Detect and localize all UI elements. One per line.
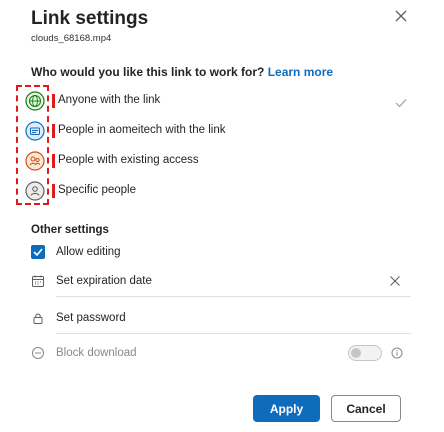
allow-editing-label: Allow editing — [56, 246, 121, 258]
expiration-row[interactable]: Set expiration date — [31, 269, 411, 297]
option-existing-access[interactable]: People with existing access — [22, 149, 422, 175]
expiration-label: Set expiration date — [56, 275, 152, 287]
option-organization[interactable]: People in aomeitech with the link — [22, 119, 422, 145]
info-icon[interactable] — [391, 347, 403, 359]
learn-more-link[interactable]: Learn more — [268, 65, 333, 79]
option-anyone[interactable]: Anyone with the link — [22, 89, 422, 115]
dialog-title: Link settings — [31, 8, 149, 29]
password-label: Set password — [56, 312, 126, 324]
block-download-toggle[interactable] — [348, 345, 382, 361]
people-icon — [25, 151, 45, 171]
password-row[interactable]: Set password — [31, 306, 411, 334]
allow-editing-checkbox[interactable] — [31, 245, 45, 259]
close-icon[interactable] — [393, 8, 409, 24]
apply-button[interactable]: Apply — [253, 395, 320, 422]
highlight-marker — [52, 124, 55, 138]
divider — [56, 296, 411, 297]
option-label: People in aomeitech with the link — [58, 124, 226, 136]
allow-editing-row[interactable]: Allow editing — [31, 240, 411, 268]
clear-expiration-icon[interactable] — [389, 275, 401, 287]
checkmark-icon — [33, 248, 43, 257]
person-icon — [25, 181, 45, 201]
building-icon — [25, 121, 45, 141]
divider — [56, 333, 411, 334]
option-specific-people[interactable]: Specific people — [22, 179, 422, 205]
calendar-icon — [32, 275, 44, 287]
option-label: Specific people — [58, 184, 136, 196]
option-label: People with existing access — [58, 154, 199, 166]
globe-icon — [25, 91, 45, 111]
question-text: Who would you like this link to work for… — [31, 65, 265, 79]
block-download-label: Block download — [56, 347, 137, 359]
lock-icon — [33, 313, 43, 324]
option-label: Anyone with the link — [58, 94, 161, 106]
block-icon — [32, 347, 44, 359]
link-audience-question: Who would you like this link to work for… — [31, 65, 333, 79]
highlight-marker — [52, 94, 55, 108]
checkmark-icon — [395, 99, 407, 108]
other-settings-heading: Other settings — [31, 224, 109, 236]
highlight-marker — [52, 184, 55, 198]
file-name: clouds_68168.mp4 — [31, 33, 112, 44]
cancel-button[interactable]: Cancel — [331, 395, 401, 422]
toggle-knob — [351, 348, 361, 358]
highlight-marker — [52, 154, 55, 168]
